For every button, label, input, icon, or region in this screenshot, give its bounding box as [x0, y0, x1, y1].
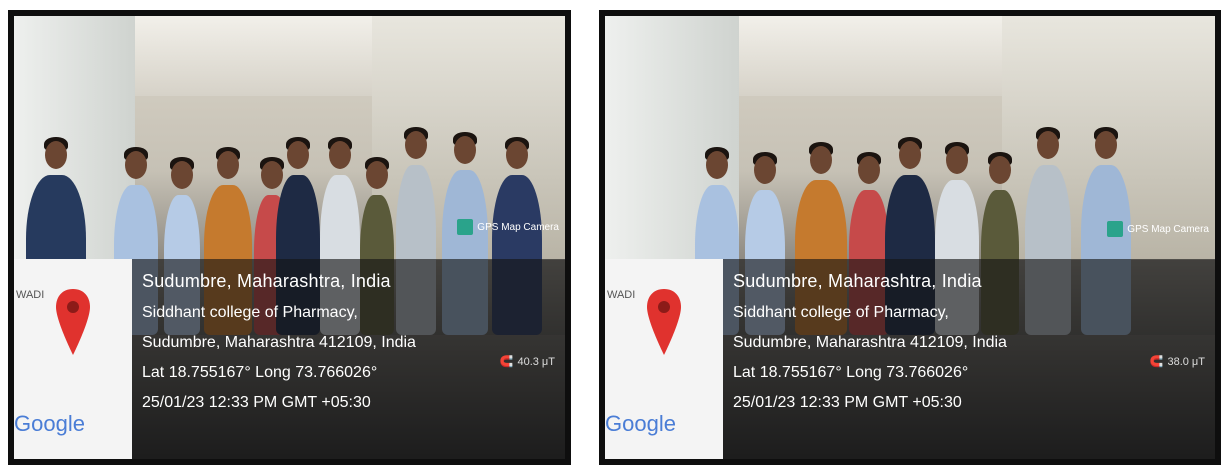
geotagged-photo-left: GPS Map Camera WADI Google Sudumbre, Mah… [8, 10, 571, 465]
geotagged-photo-right: GPS Map Camera WADI Google Sudumbre, Mah… [599, 10, 1221, 465]
ceiling [124, 16, 400, 96]
gps-map-camera-icon [1107, 221, 1124, 237]
badge-label: GPS Map Camera [1127, 223, 1209, 235]
gps-map-camera-badge: GPS Map Camera [457, 216, 559, 238]
ceiling [727, 16, 1032, 96]
magnetic-field-reading: 🧲 38.0 μT [1149, 355, 1205, 369]
photo-scene: GPS Map Camera WADI Google Sudumbre, Mah… [14, 16, 565, 459]
address-line-1: Sudumbre, Maharashtra, India [142, 271, 391, 291]
map-thumbnail: WADI Google [14, 259, 132, 459]
coordinates: Lat 18.755167° Long 73.766026° [733, 364, 969, 381]
location-pin-icon [56, 289, 90, 355]
geotag-overlay: WADI Google Sudumbre, Maharashtra, India… [605, 259, 1215, 459]
magnetic-value: 40.3 μT [517, 355, 555, 368]
magnet-icon: 🧲 [1149, 356, 1164, 368]
gps-map-camera-badge: GPS Map Camera [1107, 218, 1209, 240]
address-line-2: Siddhant college of Pharmacy, [733, 304, 949, 321]
address-line-1: Sudumbre, Maharashtra, India [733, 271, 982, 291]
badge-label: GPS Map Camera [477, 221, 559, 233]
map-place-label: WADI [16, 289, 45, 301]
coordinates: Lat 18.755167° Long 73.766026° [142, 364, 378, 381]
address-line-3: Sudumbre, Maharashtra 412109, India [142, 334, 416, 351]
magnet-icon: 🧲 [499, 356, 514, 368]
photo-scene: GPS Map Camera WADI Google Sudumbre, Mah… [605, 16, 1215, 459]
location-pin-icon [647, 289, 681, 355]
address-line-2: Siddhant college of Pharmacy, [142, 304, 358, 321]
gps-map-camera-icon [457, 219, 474, 235]
location-info-panel: Sudumbre, Maharashtra, India Siddhant co… [723, 259, 1215, 459]
map-logo: Google [14, 411, 85, 436]
map-place-label: WADI [607, 289, 636, 301]
map-thumbnail: WADI Google [605, 259, 723, 459]
timestamp: 25/01/23 12:33 PM GMT +05:30 [142, 394, 371, 411]
magnetic-field-reading: 🧲 40.3 μT [499, 355, 555, 369]
timestamp: 25/01/23 12:33 PM GMT +05:30 [733, 394, 962, 411]
magnetic-value: 38.0 μT [1167, 355, 1205, 368]
map-logo: Google [605, 411, 676, 436]
address-line-3: Sudumbre, Maharashtra 412109, India [733, 334, 1007, 351]
geotag-overlay: WADI Google Sudumbre, Maharashtra, India… [14, 259, 565, 459]
